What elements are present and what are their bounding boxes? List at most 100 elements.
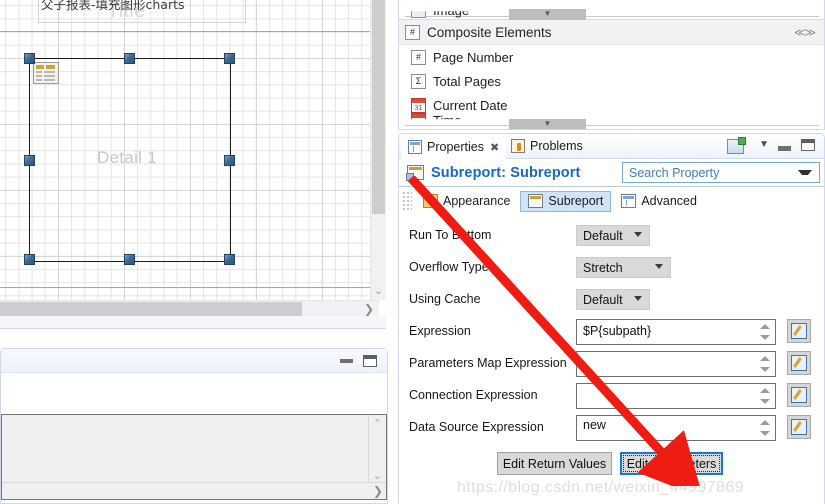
property-label: Using Cache — [409, 292, 481, 306]
dropdown-value: Stretch — [583, 260, 623, 275]
scroll-up-icon[interactable]: ⌃ — [369, 417, 386, 430]
expression-stepper[interactable] — [754, 353, 774, 375]
property-label: Data Source Expression — [409, 420, 544, 434]
bottom-view-body: ⌃ ⌄ ❯ — [1, 373, 387, 503]
report-designer-canvas[interactable]: Title 父子报表-填充图形charts Detail 1 ⌄ ❯ — [0, 0, 395, 345]
using-cache-dropdown[interactable]: Default — [576, 289, 650, 310]
band-separator-title — [0, 31, 379, 32]
tab-subreport[interactable]: Subreport — [520, 190, 612, 212]
edit-expression-button[interactable] — [787, 383, 811, 407]
expression-stepper[interactable] — [754, 385, 774, 407]
designer-lower-gap — [0, 316, 386, 328]
canvas-horizontal-scroll-thumb[interactable] — [0, 302, 302, 316]
ruler-icon — [423, 194, 438, 208]
palette-item-image[interactable]: Image — [411, 2, 470, 18]
chevron-down-icon[interactable] — [798, 170, 812, 175]
bottom-view-horizontal-scrollbar[interactable]: ❯ — [2, 482, 386, 499]
tab-properties[interactable]: Properties ✖ — [401, 134, 507, 159]
minimize-icon[interactable] — [339, 354, 355, 367]
view-menu-chevron-icon[interactable]: ▼ — [759, 139, 769, 153]
run-to-bottom-dropdown[interactable]: Default — [576, 225, 650, 246]
collapse-all-icon[interactable]: ≪≫ — [794, 26, 816, 39]
expression-stepper[interactable] — [754, 321, 774, 343]
minimize-icon[interactable] — [778, 146, 791, 151]
palette-item-current-date[interactable]: 31 Current Date — [399, 93, 824, 117]
palette-item-page-number[interactable]: # Page Number — [399, 45, 824, 69]
search-input-value: Search Property — [629, 165, 720, 180]
data-source-expression-input[interactable]: new — [576, 415, 776, 441]
sub-tab-label: Advanced — [641, 194, 697, 208]
resize-handle-e[interactable] — [224, 155, 235, 166]
expression-stepper[interactable] — [754, 417, 774, 439]
properties-icon — [408, 140, 422, 154]
resize-handle-ne[interactable] — [224, 53, 235, 64]
edit-return-values-button[interactable]: Edit Return Values — [497, 452, 612, 475]
bottom-view-vertical-scrollbar[interactable]: ⌃ ⌄ — [368, 415, 386, 484]
canvas-vertical-scrollbar[interactable]: ⌄ — [370, 0, 386, 300]
canvas-scroll-down-icon[interactable]: ⌄ — [371, 282, 386, 300]
edit-expression-button[interactable] — [787, 351, 811, 375]
property-row-using-cache: Using Cache Default — [399, 286, 824, 318]
resize-handle-n[interactable] — [124, 53, 135, 64]
canvas-vertical-scroll-thumb[interactable] — [372, 0, 385, 214]
resize-handle-se[interactable] — [224, 254, 235, 265]
palette-item-total-pages[interactable]: Σ Total Pages — [399, 69, 824, 93]
bottom-view-panel[interactable]: ⌃ ⌄ ❯ — [0, 348, 388, 504]
connection-expression-input[interactable] — [576, 383, 776, 409]
scroll-right-icon[interactable]: ❯ — [373, 483, 383, 499]
palette-scroll-up-button[interactable]: ▼ — [509, 9, 586, 20]
maximize-icon[interactable] — [362, 354, 378, 367]
palette-section-composite-elements[interactable]: # Composite Elements — [399, 19, 824, 45]
maximize-icon[interactable] — [801, 139, 815, 151]
hash-icon: # — [411, 49, 426, 65]
property-label: Parameters Map Expression — [409, 356, 567, 370]
palette-item-label: Image — [433, 2, 470, 18]
palette-item-label: Total Pages — [433, 73, 501, 89]
new-properties-view-icon[interactable] — [727, 137, 746, 154]
view-tabbar: Properties ✖ Problems ▼ — [399, 134, 824, 159]
property-row-expression: Expression $P{subpath} — [399, 318, 824, 350]
resize-handle-sw[interactable] — [24, 254, 35, 265]
designer-lower-gap2 — [0, 328, 386, 345]
properties-sub-tabs: Appearance Subreport Advanced — [399, 187, 824, 215]
dropdown-value: Default — [583, 292, 623, 307]
toolbar-grip[interactable] — [402, 191, 412, 211]
chevron-down-icon — [634, 232, 642, 237]
edit-parameters-button[interactable]: Edit Parameters — [620, 452, 723, 475]
property-row-parameters-map-expression: Parameters Map Expression — [399, 350, 824, 382]
palette-panel[interactable]: Image # Composite Elements # Page Number… — [398, 0, 825, 130]
problems-icon — [511, 139, 525, 153]
search-input[interactable]: Search Property — [622, 162, 820, 183]
overflow-type-dropdown[interactable]: Stretch — [576, 257, 671, 278]
title-text-value: 父子报表-填充图形charts — [41, 0, 185, 12]
properties-view[interactable]: Properties ✖ Problems ▼ Subreport: Subre… — [398, 133, 825, 504]
resize-handle-s[interactable] — [124, 254, 135, 265]
subreport-element[interactable] — [29, 58, 231, 262]
sigma-icon: Σ — [411, 73, 426, 89]
canvas-scroll-right-icon[interactable]: ❯ — [361, 301, 377, 317]
band-separator-detail — [0, 287, 379, 288]
bottom-view-listbox[interactable]: ⌃ ⌄ ❯ — [1, 414, 387, 500]
palette-item-label: Current Date — [433, 97, 508, 113]
tab-advanced[interactable]: Advanced — [613, 191, 705, 212]
subreport-icon — [33, 62, 59, 84]
bottom-view-tabbar — [1, 349, 387, 373]
tab-problems[interactable]: Problems — [504, 134, 590, 158]
page-title: Subreport: Subreport — [431, 164, 581, 181]
resize-handle-w[interactable] — [24, 155, 35, 166]
resize-handle-nw[interactable] — [24, 53, 35, 64]
close-icon[interactable]: ✖ — [490, 141, 499, 154]
edit-expression-button[interactable] — [787, 319, 811, 343]
scroll-down-icon[interactable]: ⌄ — [369, 469, 386, 482]
expression-input[interactable]: $P{subpath} — [576, 319, 776, 345]
parameters-map-expression-input[interactable] — [576, 351, 776, 377]
tab-appearance[interactable]: Appearance — [415, 191, 518, 212]
expression-value: $P{subpath} — [583, 324, 652, 338]
calendar-icon: 31 — [411, 97, 426, 113]
design-grid[interactable]: Title 父子报表-填充图形charts Detail 1 — [0, 0, 379, 300]
edit-expression-button[interactable] — [787, 415, 811, 439]
palette-scroll-down-button[interactable]: ▼ — [509, 119, 586, 129]
canvas-horizontal-scrollbar[interactable]: ❯ — [0, 300, 379, 317]
property-row-connection-expression: Connection Expression — [399, 382, 824, 414]
image-icon — [411, 11, 426, 18]
